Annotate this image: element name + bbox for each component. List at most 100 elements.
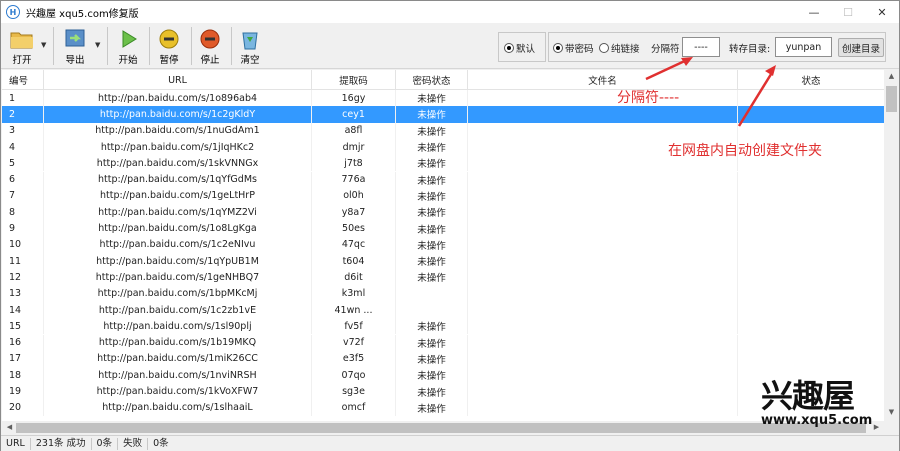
start-button[interactable]: 开始: [117, 26, 139, 66]
pause-icon: [159, 29, 179, 49]
recycle-bin-icon: [242, 32, 258, 50]
table-row[interactable]: 12 http://pan.baidu.com/s/1geNHBQ7 d6it 未操作: [2, 269, 884, 286]
open-button[interactable]: 打开: [9, 26, 35, 66]
status-url: URL: [1, 437, 31, 450]
cell-filename: [468, 253, 738, 270]
cell-url: http://pan.baidu.com/s/1sl90plj: [44, 318, 312, 335]
col-header-pw-status[interactable]: 密码状态: [396, 70, 468, 90]
col-header-filename[interactable]: 文件名: [468, 70, 738, 90]
table-row[interactable]: 6 http://pan.baidu.com/s/1qYfGdMs 776a 未操作: [2, 171, 884, 188]
table-row[interactable]: 8 http://pan.baidu.com/s/1qYMZ2Vi y8a7 未操作: [2, 204, 884, 221]
cell-url: http://pan.baidu.com/s/1qYMZ2Vi: [44, 204, 312, 221]
clear-button[interactable]: 清空: [238, 26, 262, 66]
cell-filename: [468, 318, 738, 335]
cell-pw-status: 未操作: [396, 383, 468, 400]
cell-url: http://pan.baidu.com/s/1geNHBQ7: [44, 269, 312, 286]
horizontal-scroll-thumb[interactable]: [16, 423, 866, 433]
scroll-down-icon[interactable]: ▼: [884, 408, 899, 416]
cell-code: omcf: [312, 399, 396, 416]
col-header-status[interactable]: 状态: [738, 70, 884, 90]
table-row[interactable]: 20 http://pan.baidu.com/s/1slhaaiL omcf 未操作: [2, 399, 884, 416]
table-row[interactable]: 3 http://pan.baidu.com/s/1nuGdAm1 a8fl 未操作: [2, 122, 884, 139]
cell-pw-status: 未操作: [396, 106, 468, 123]
horizontal-scrollbar[interactable]: ◀ ▶: [2, 421, 884, 435]
status-success: 0条: [92, 437, 119, 450]
table-row[interactable]: 16 http://pan.baidu.com/s/1b19MKQ v72f 未操作: [2, 334, 884, 351]
table-row[interactable]: 9 http://pan.baidu.com/s/1o8LgKga 50es 未操作: [2, 220, 884, 237]
table-row[interactable]: 18 http://pan.baidu.com/s/1nviNRSH 07qo 未操作: [2, 367, 884, 384]
cell-url: http://pan.baidu.com/s/1c2gKldY: [44, 106, 312, 123]
cell-code: d6it: [312, 269, 396, 286]
col-header-index[interactable]: 编号: [2, 70, 44, 90]
table-row[interactable]: 7 http://pan.baidu.com/s/1geLtHrP ol0h 未操作: [2, 187, 884, 205]
cell-code: 47qc: [312, 236, 396, 253]
close-button[interactable]: ✕: [865, 1, 899, 23]
minimize-button[interactable]: —: [797, 1, 831, 23]
table-row[interactable]: 19 http://pan.baidu.com/s/1kVoXFW7 sg3e 未操作: [2, 383, 884, 400]
vertical-scrollbar[interactable]: ▲ ▼: [884, 70, 899, 421]
maximize-button[interactable]: ☐: [831, 1, 865, 23]
cell-index: 19: [2, 383, 44, 400]
cell-url: http://pan.baidu.com/s/1qYfGdMs: [44, 171, 312, 188]
cell-index: 15: [2, 318, 44, 335]
title-bar: H 兴趣屋 xqu5.com修复版 — ☐ ✕: [1, 1, 899, 23]
cell-index: 9: [2, 220, 44, 237]
cell-filename: [468, 301, 738, 319]
export-button[interactable]: 导出: [61, 26, 89, 66]
separator-input[interactable]: ----: [682, 37, 720, 57]
cell-filename: [468, 334, 738, 351]
status-fail: 0条: [153, 437, 169, 449]
cell-url: http://pan.baidu.com/s/1c2eNIvu: [44, 236, 312, 253]
table-row[interactable]: 13 http://pan.baidu.com/s/1bpMKcMj k3ml: [2, 285, 884, 302]
cell-code: dmjr: [312, 138, 396, 156]
status-fail-label: 失败: [118, 437, 149, 450]
export-dropdown-icon[interactable]: ▼: [95, 41, 100, 49]
cell-filename: [468, 204, 738, 221]
cell-index: 1: [2, 90, 44, 107]
table-row[interactable]: 11 http://pan.baidu.com/s/1qYpUB1M t604 未操作: [2, 253, 884, 270]
cell-pw-status: 未操作: [396, 187, 468, 205]
app-icon: H: [6, 5, 20, 19]
table-row[interactable]: 10 http://pan.baidu.com/s/1c2eNIvu 47qc 未操作: [2, 236, 884, 253]
cell-code: 776a: [312, 171, 396, 188]
default-radio[interactable]: 默认: [504, 41, 535, 55]
table-row[interactable]: 14 http://pan.baidu.com/s/1c2zb1vE 41wn ..…: [2, 301, 884, 319]
cell-code: fv5f: [312, 318, 396, 335]
cell-code: sg3e: [312, 383, 396, 400]
cell-filename: [468, 236, 738, 253]
watermark-logo: 兴趣屋 www.xqu5.com: [761, 379, 881, 435]
table-row[interactable]: 2 http://pan.baidu.com/s/1c2gKldY cey1 未操作: [2, 106, 884, 123]
save-dir-label: 转存目录:: [729, 44, 771, 55]
cell-status: [738, 302, 884, 318]
cell-filename: [468, 399, 738, 416]
pure-link-radio[interactable]: 纯链接: [599, 41, 640, 55]
cell-index: 8: [2, 204, 44, 221]
cell-index: 11: [2, 253, 44, 270]
table-row[interactable]: 15 http://pan.baidu.com/s/1sl90plj fv5f 未操作: [2, 318, 884, 335]
table-row[interactable]: 17 http://pan.baidu.com/s/1miK26CC e3f5 未操作: [2, 350, 884, 368]
scroll-left-icon[interactable]: ◀: [2, 423, 17, 431]
scroll-up-icon[interactable]: ▲: [884, 72, 899, 80]
table-row[interactable]: 1 http://pan.baidu.com/s/1o896ab4 16gy 未操作: [2, 90, 884, 107]
separator-annotation: 分隔符----: [617, 90, 680, 106]
vertical-scroll-thumb[interactable]: [886, 86, 897, 112]
cell-index: 13: [2, 285, 44, 302]
cell-pw-status: 未操作: [396, 138, 468, 156]
cell-pw-status: 未操作: [396, 220, 468, 237]
with-password-radio[interactable]: 带密码: [553, 41, 594, 55]
col-header-code[interactable]: 提取码: [312, 70, 396, 90]
cell-status: [738, 204, 884, 220]
stop-button[interactable]: 停止: [198, 26, 222, 66]
create-dir-button[interactable]: 创建目录: [838, 38, 884, 57]
cell-code: 41wn ...: [312, 301, 396, 319]
cell-status: [738, 351, 884, 367]
col-header-url[interactable]: URL: [44, 70, 312, 90]
save-dir-input[interactable]: yunpan: [775, 37, 832, 57]
cell-code: 16gy: [312, 90, 396, 107]
cell-pw-status: 未操作: [396, 350, 468, 368]
pause-button[interactable]: 暂停: [157, 26, 181, 66]
open-dropdown-icon[interactable]: ▼: [41, 41, 46, 49]
cell-url: http://pan.baidu.com/s/1kVoXFW7: [44, 383, 312, 400]
cell-status: [738, 220, 884, 236]
folder-annotation: 在网盘内自动创建文件夹: [668, 143, 822, 159]
